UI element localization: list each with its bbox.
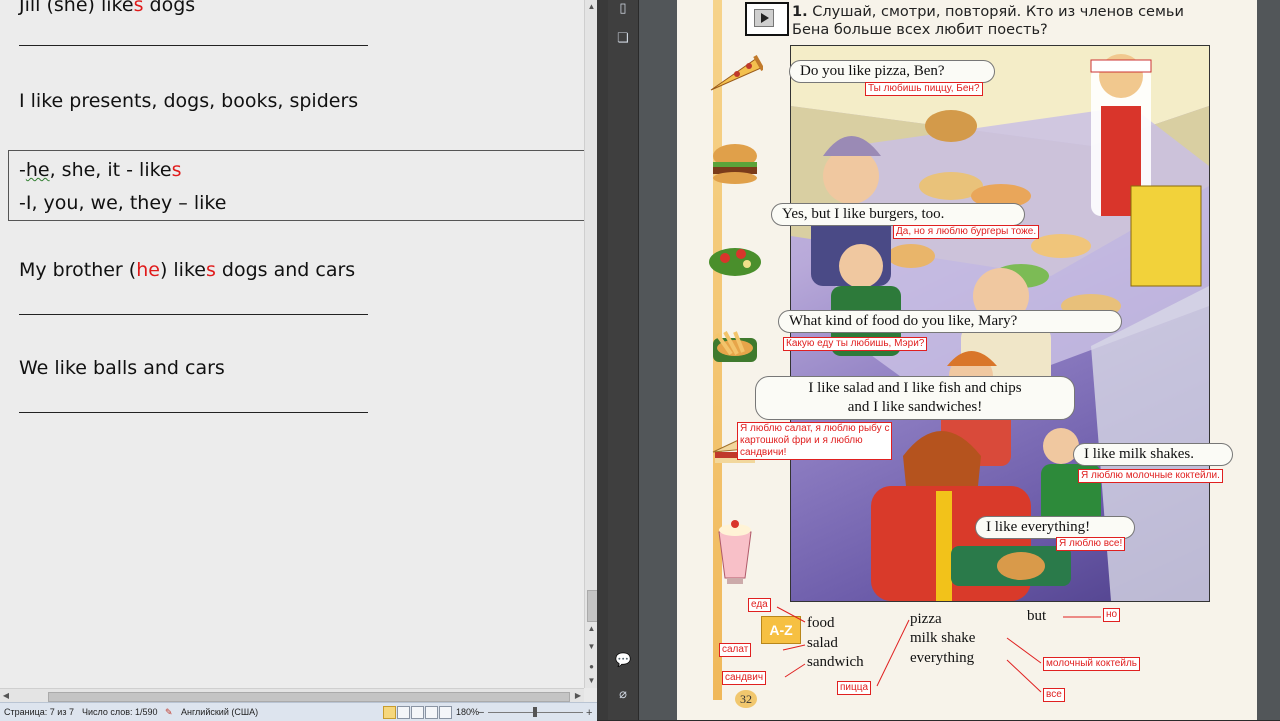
answer-blank	[19, 412, 368, 413]
bubble-what-kind: What kind of food do you like, Mary?	[778, 310, 1122, 333]
bubble-line: and I like sandwiches!	[847, 399, 983, 415]
bookmark-icon[interactable]: ❏	[615, 30, 631, 46]
chevron-right-icon[interactable]: ▶	[572, 689, 584, 703]
translation-burgers: Да, но я люблю бургеры тоже.	[893, 225, 1040, 239]
attachment-icon[interactable]: ⌀	[615, 686, 631, 702]
chevron-left-icon[interactable]: ◀	[0, 689, 12, 703]
page-thumbnails-icon[interactable]: ▯	[615, 0, 631, 16]
play-icon[interactable]	[754, 9, 774, 27]
status-bar: Страница: 7 из 7 Число слов: 1/590 ✎ Анг…	[0, 702, 597, 721]
red-suffix: s	[133, 0, 144, 16]
rule-row-he-she-it: -he, she, it - likes	[19, 159, 182, 181]
full-screen-view-button[interactable]	[397, 706, 410, 719]
milkshake-icon	[718, 520, 752, 584]
zoom-out-button[interactable]: −	[478, 707, 484, 719]
doc-text: My brother (	[19, 259, 137, 281]
print-layout-view-button[interactable]	[383, 706, 396, 719]
red-pronoun: he	[136, 259, 160, 281]
pizza-slice-icon	[710, 55, 763, 91]
comment-icon[interactable]: 💬	[615, 652, 631, 668]
salad-icon	[709, 248, 761, 276]
bubble-milkshakes: I like milk shakes.	[1073, 443, 1233, 466]
doc-text: Jill (she) like	[19, 0, 134, 16]
doc-text: dogs and cars	[215, 259, 356, 281]
doc-text: , she, it - like	[49, 159, 172, 181]
translation-line: сандвичи!	[740, 447, 787, 458]
doc-line-i-like: I like presents, dogs, books, spiders	[19, 90, 359, 112]
bubble-line: I like salad and I like fish and chips	[808, 380, 1022, 396]
red-suffix: s	[205, 259, 216, 281]
doc-line-we-like: We like balls and cars	[19, 357, 225, 379]
doc-line-brother: My brother (he) likes dogs and cars	[19, 259, 355, 281]
scroll-thumb[interactable]	[48, 692, 570, 702]
web-view-button[interactable]	[411, 706, 424, 719]
audio-play-button[interactable]	[745, 2, 789, 36]
translation-line: Я люблю салат, я люблю рыбу с	[740, 423, 890, 434]
translation-everything: Я люблю все!	[1056, 537, 1126, 551]
doc-line-jill: Jill (she) likes dogs	[19, 0, 195, 16]
horizontal-scrollbar[interactable]: ◀ ▶	[0, 688, 584, 703]
page-count[interactable]: Страница: 7 из 7	[4, 707, 74, 717]
window-divider	[597, 0, 608, 720]
task-text: Слушай, смотри, повторяй. Кто из членов …	[792, 4, 1184, 38]
word-window: Jill (she) likes dogs I like presents, d…	[0, 0, 598, 721]
pdf-background	[1257, 0, 1280, 720]
vocab-arrows	[776, 606, 1101, 693]
translation-pizza: Ты любишь пиццу, Бен?	[865, 82, 983, 96]
vertical-scrollbar[interactable]: ▲ ▲ ▼ ● ▼	[584, 0, 598, 688]
bubble-burgers: Yes, but I like burgers, too.	[771, 203, 1025, 226]
language[interactable]: Английский (США)	[181, 707, 258, 717]
pdf-navigation-pane: ▯ ❏ 💬 ⌀	[608, 0, 639, 720]
fish-and-chips-icon	[713, 331, 757, 362]
doc-text: ) like	[159, 259, 206, 281]
textbook-page: 1. Слушай, смотри, повторяй. Кто из член…	[677, 0, 1257, 720]
spellcheck-icon[interactable]: ✎	[165, 707, 173, 718]
zoom-level[interactable]: 180%	[456, 707, 479, 717]
document-page[interactable]: Jill (she) likes dogs I like presents, d…	[0, 0, 584, 688]
word-count[interactable]: Число слов: 1/590	[82, 707, 158, 717]
bubble-everything: I like everything!	[975, 516, 1135, 539]
page-number: 32	[735, 690, 757, 708]
burger-icon	[713, 144, 757, 184]
task-number: 1.	[792, 4, 808, 20]
translation-what-kind: Какую еду ты любишь, Мэри?	[783, 337, 928, 351]
answer-blank	[19, 314, 368, 315]
rule-row-i-you-we-they: -I, you, we, they – like	[19, 192, 227, 214]
bubble-salad: I like salad and I like fish and chips an…	[755, 376, 1075, 420]
translation-milkshakes: Я люблю молочные коктейли.	[1078, 469, 1223, 483]
red-suffix: s	[171, 159, 182, 181]
bubble-pizza: Do you like pizza, Ben?	[789, 60, 995, 83]
doc-text: dogs	[143, 0, 196, 16]
answer-blank	[19, 45, 368, 46]
zoom-in-button[interactable]: +	[586, 707, 592, 719]
task-instruction: 1. Слушай, смотри, повторяй. Кто из член…	[792, 3, 1212, 39]
draft-view-button[interactable]	[439, 706, 452, 719]
doc-text: -	[19, 159, 26, 181]
pdf-background	[639, 0, 677, 720]
spellcheck-word: he	[25, 159, 50, 181]
outline-view-button[interactable]	[425, 706, 438, 719]
translation-line: картошкой фри и я люблю	[740, 435, 863, 446]
zoom-slider-thumb[interactable]	[533, 707, 537, 717]
translation-salad: Я люблю салат, я люблю рыбу с картошкой ф…	[737, 422, 893, 460]
